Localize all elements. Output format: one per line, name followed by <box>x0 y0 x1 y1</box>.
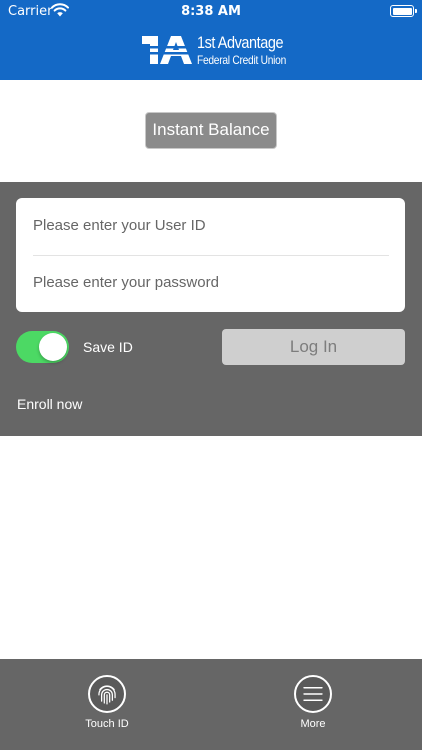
login-button[interactable]: Log In <box>222 329 405 365</box>
save-id-toggle[interactable] <box>16 331 69 363</box>
credentials-card: Please enter your User ID Please enter y… <box>16 198 405 312</box>
instant-balance-button[interactable]: Instant Balance <box>145 112 277 149</box>
brand-name: 1st Advantage <box>197 33 284 52</box>
menu-icon <box>294 675 332 713</box>
brand-logo: 1st Advantage Federal Credit Union <box>140 31 290 71</box>
status-bar: Carrier 8:38 AM <box>0 0 422 22</box>
password-input[interactable]: Please enter your password <box>33 263 389 303</box>
enroll-link[interactable]: Enroll now <box>17 396 82 412</box>
instant-balance-area: Instant Balance <box>0 80 422 182</box>
toggle-knob <box>39 333 67 361</box>
bottom-tab-bar: Touch ID More <box>0 659 422 750</box>
field-divider <box>33 255 389 256</box>
tab-more[interactable]: More <box>268 675 358 730</box>
fingerprint-icon <box>88 675 126 713</box>
brand-mark-icon <box>140 36 192 64</box>
tab-touch-id[interactable]: Touch ID <box>62 675 152 730</box>
user-id-input[interactable]: Please enter your User ID <box>33 206 389 246</box>
battery-icon <box>390 5 417 17</box>
tab-touch-id-label: Touch ID <box>85 718 129 730</box>
tab-more-label: More <box>300 718 326 730</box>
login-panel: Please enter your User ID Please enter y… <box>0 182 422 436</box>
brand-subtitle: Federal Credit Union <box>197 53 287 67</box>
app-header: Carrier 8:38 AM 1st Advantage Federal Cr… <box>0 0 422 80</box>
save-id-label: Save ID <box>83 339 133 355</box>
clock: 8:38 AM <box>181 4 241 19</box>
